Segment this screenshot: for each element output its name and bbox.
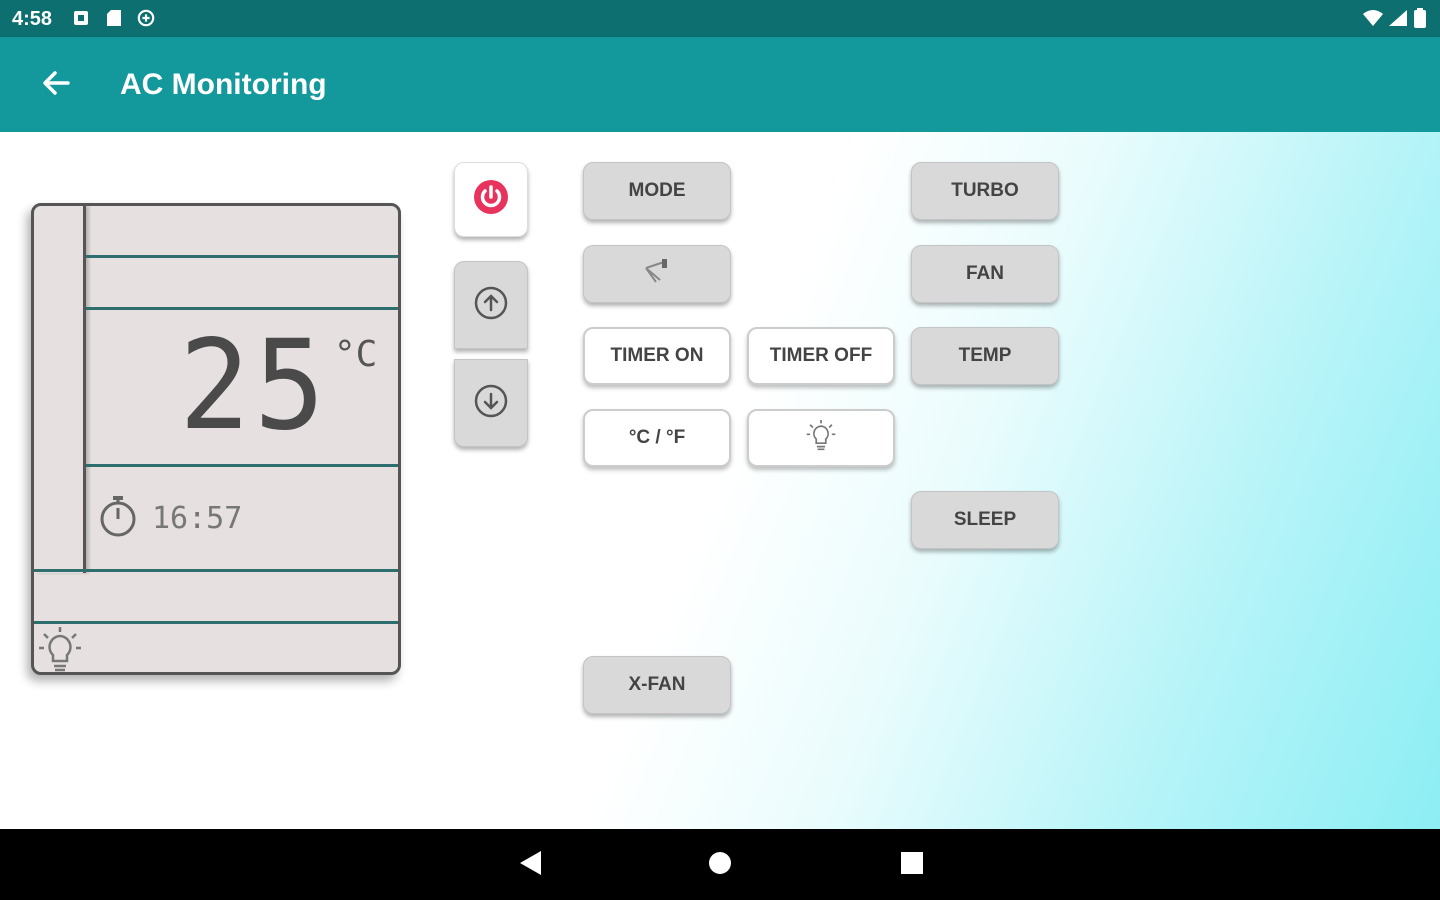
- fan-button[interactable]: FAN: [911, 245, 1059, 303]
- page-title: AC Monitoring: [120, 68, 327, 101]
- sd-card-icon: [105, 9, 123, 27]
- power-button[interactable]: [454, 162, 528, 237]
- arrow-down-circle-icon: [473, 383, 509, 424]
- nav-back-icon: [517, 849, 543, 882]
- swing-icon: [642, 256, 672, 292]
- nav-recents-icon: [900, 851, 924, 880]
- panel-divider: [86, 255, 398, 258]
- status-time: 4:58: [12, 8, 53, 30]
- system-nav-bar: [0, 829, 1440, 900]
- mode-button[interactable]: MODE: [583, 162, 731, 220]
- swing-button[interactable]: [583, 245, 731, 303]
- bulb-icon: [38, 626, 82, 672]
- temp-button[interactable]: TEMP: [911, 327, 1059, 385]
- temperature-readout: 25: [179, 312, 330, 458]
- light-button[interactable]: [747, 409, 895, 467]
- timer-readout: 16:57: [152, 501, 243, 536]
- main-content: 25 °C 16:57 MODE TIMER ON TIMER OFF °C /: [0, 132, 1440, 829]
- bulb-icon: [806, 419, 836, 457]
- arrow-up-circle-icon: [473, 285, 509, 326]
- nav-home-button[interactable]: [704, 849, 736, 881]
- timer-on-button[interactable]: TIMER ON: [583, 327, 731, 385]
- sync-icon: [137, 9, 155, 27]
- battery-icon: [1413, 8, 1427, 28]
- arrow-left-icon: [42, 70, 70, 101]
- notification-icon: [72, 9, 90, 27]
- wifi-icon: [1362, 9, 1384, 27]
- app-bar: AC Monitoring: [0, 37, 1440, 132]
- panel-divider: [86, 307, 398, 310]
- panel-divider: [34, 621, 398, 624]
- back-button[interactable]: [36, 67, 76, 103]
- turbo-button[interactable]: TURBO: [911, 162, 1059, 220]
- signal-icon: [1388, 9, 1408, 27]
- temperature-unit: °C: [334, 334, 378, 375]
- power-icon: [472, 178, 510, 221]
- nav-recents-button[interactable]: [896, 849, 928, 881]
- temp-up-button[interactable]: [454, 261, 528, 349]
- ac-display-panel: 25 °C 16:57: [31, 203, 401, 675]
- sleep-button[interactable]: SLEEP: [911, 491, 1059, 549]
- x-fan-button[interactable]: X-FAN: [583, 656, 731, 714]
- timer-off-button[interactable]: TIMER OFF: [747, 327, 895, 385]
- nav-back-button[interactable]: [514, 849, 546, 881]
- unit-toggle-button[interactable]: °C / °F: [583, 409, 731, 467]
- panel-divider: [34, 569, 398, 572]
- temp-down-button[interactable]: [454, 359, 528, 447]
- panel-divider: [86, 464, 398, 467]
- panel-side-strip: [34, 206, 86, 573]
- status-bar: 4:58: [0, 0, 1440, 37]
- nav-home-icon: [707, 850, 733, 881]
- stopwatch-icon: [98, 494, 138, 538]
